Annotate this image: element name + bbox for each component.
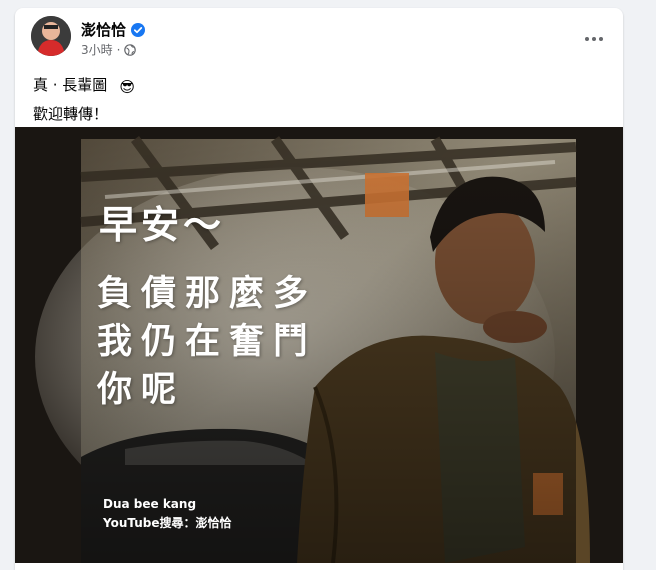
- post-text-content-1: 真 · 長輩圖: [33, 76, 108, 94]
- slogan-line-3: 你呢: [97, 369, 186, 410]
- verified-badge-icon: [131, 22, 146, 37]
- dot-icon: [585, 37, 589, 41]
- post-text: 真 · 長輩圖 😎 歡迎轉傳！: [33, 72, 135, 128]
- author-row: 澎恰恰: [81, 19, 146, 40]
- image-slogan: 負債那麼多 我仍在奮鬥 你呢: [97, 270, 317, 414]
- sunglasses-emoji-icon: 😎: [119, 78, 135, 96]
- post-text-line-1: 真 · 長輩圖 😎: [33, 72, 135, 101]
- caption-line-1: Dua bee kang: [103, 497, 197, 511]
- author-avatar[interactable]: [31, 16, 71, 56]
- dot-icon: [592, 37, 596, 41]
- post-card: 澎恰恰 3小時 · 真 · 長輩圖 😎 歡迎轉傳！ 早安～ 負債那麼多 我仍在奮…: [15, 8, 623, 570]
- dot-icon: [599, 37, 603, 41]
- image-headline: 早安～: [99, 202, 226, 247]
- author-name[interactable]: 澎恰恰: [81, 19, 126, 40]
- slogan-line-1: 負債那麼多: [97, 273, 318, 314]
- caption-line-2: YouTube搜尋：澎恰恰: [103, 516, 232, 530]
- meta-separator: ·: [116, 42, 121, 57]
- image-caption: Dua bee kang YouTube搜尋：澎恰恰: [103, 495, 232, 533]
- post-text-line-2: 歡迎轉傳！: [33, 105, 109, 123]
- post-meta: 3小時 ·: [81, 41, 137, 58]
- slogan-line-2: 我仍在奮鬥: [97, 321, 318, 362]
- avatar-image: [31, 16, 71, 56]
- globe-icon[interactable]: [124, 43, 137, 56]
- post-timestamp[interactable]: 3小時: [81, 41, 113, 58]
- more-options-icon[interactable]: [579, 24, 609, 54]
